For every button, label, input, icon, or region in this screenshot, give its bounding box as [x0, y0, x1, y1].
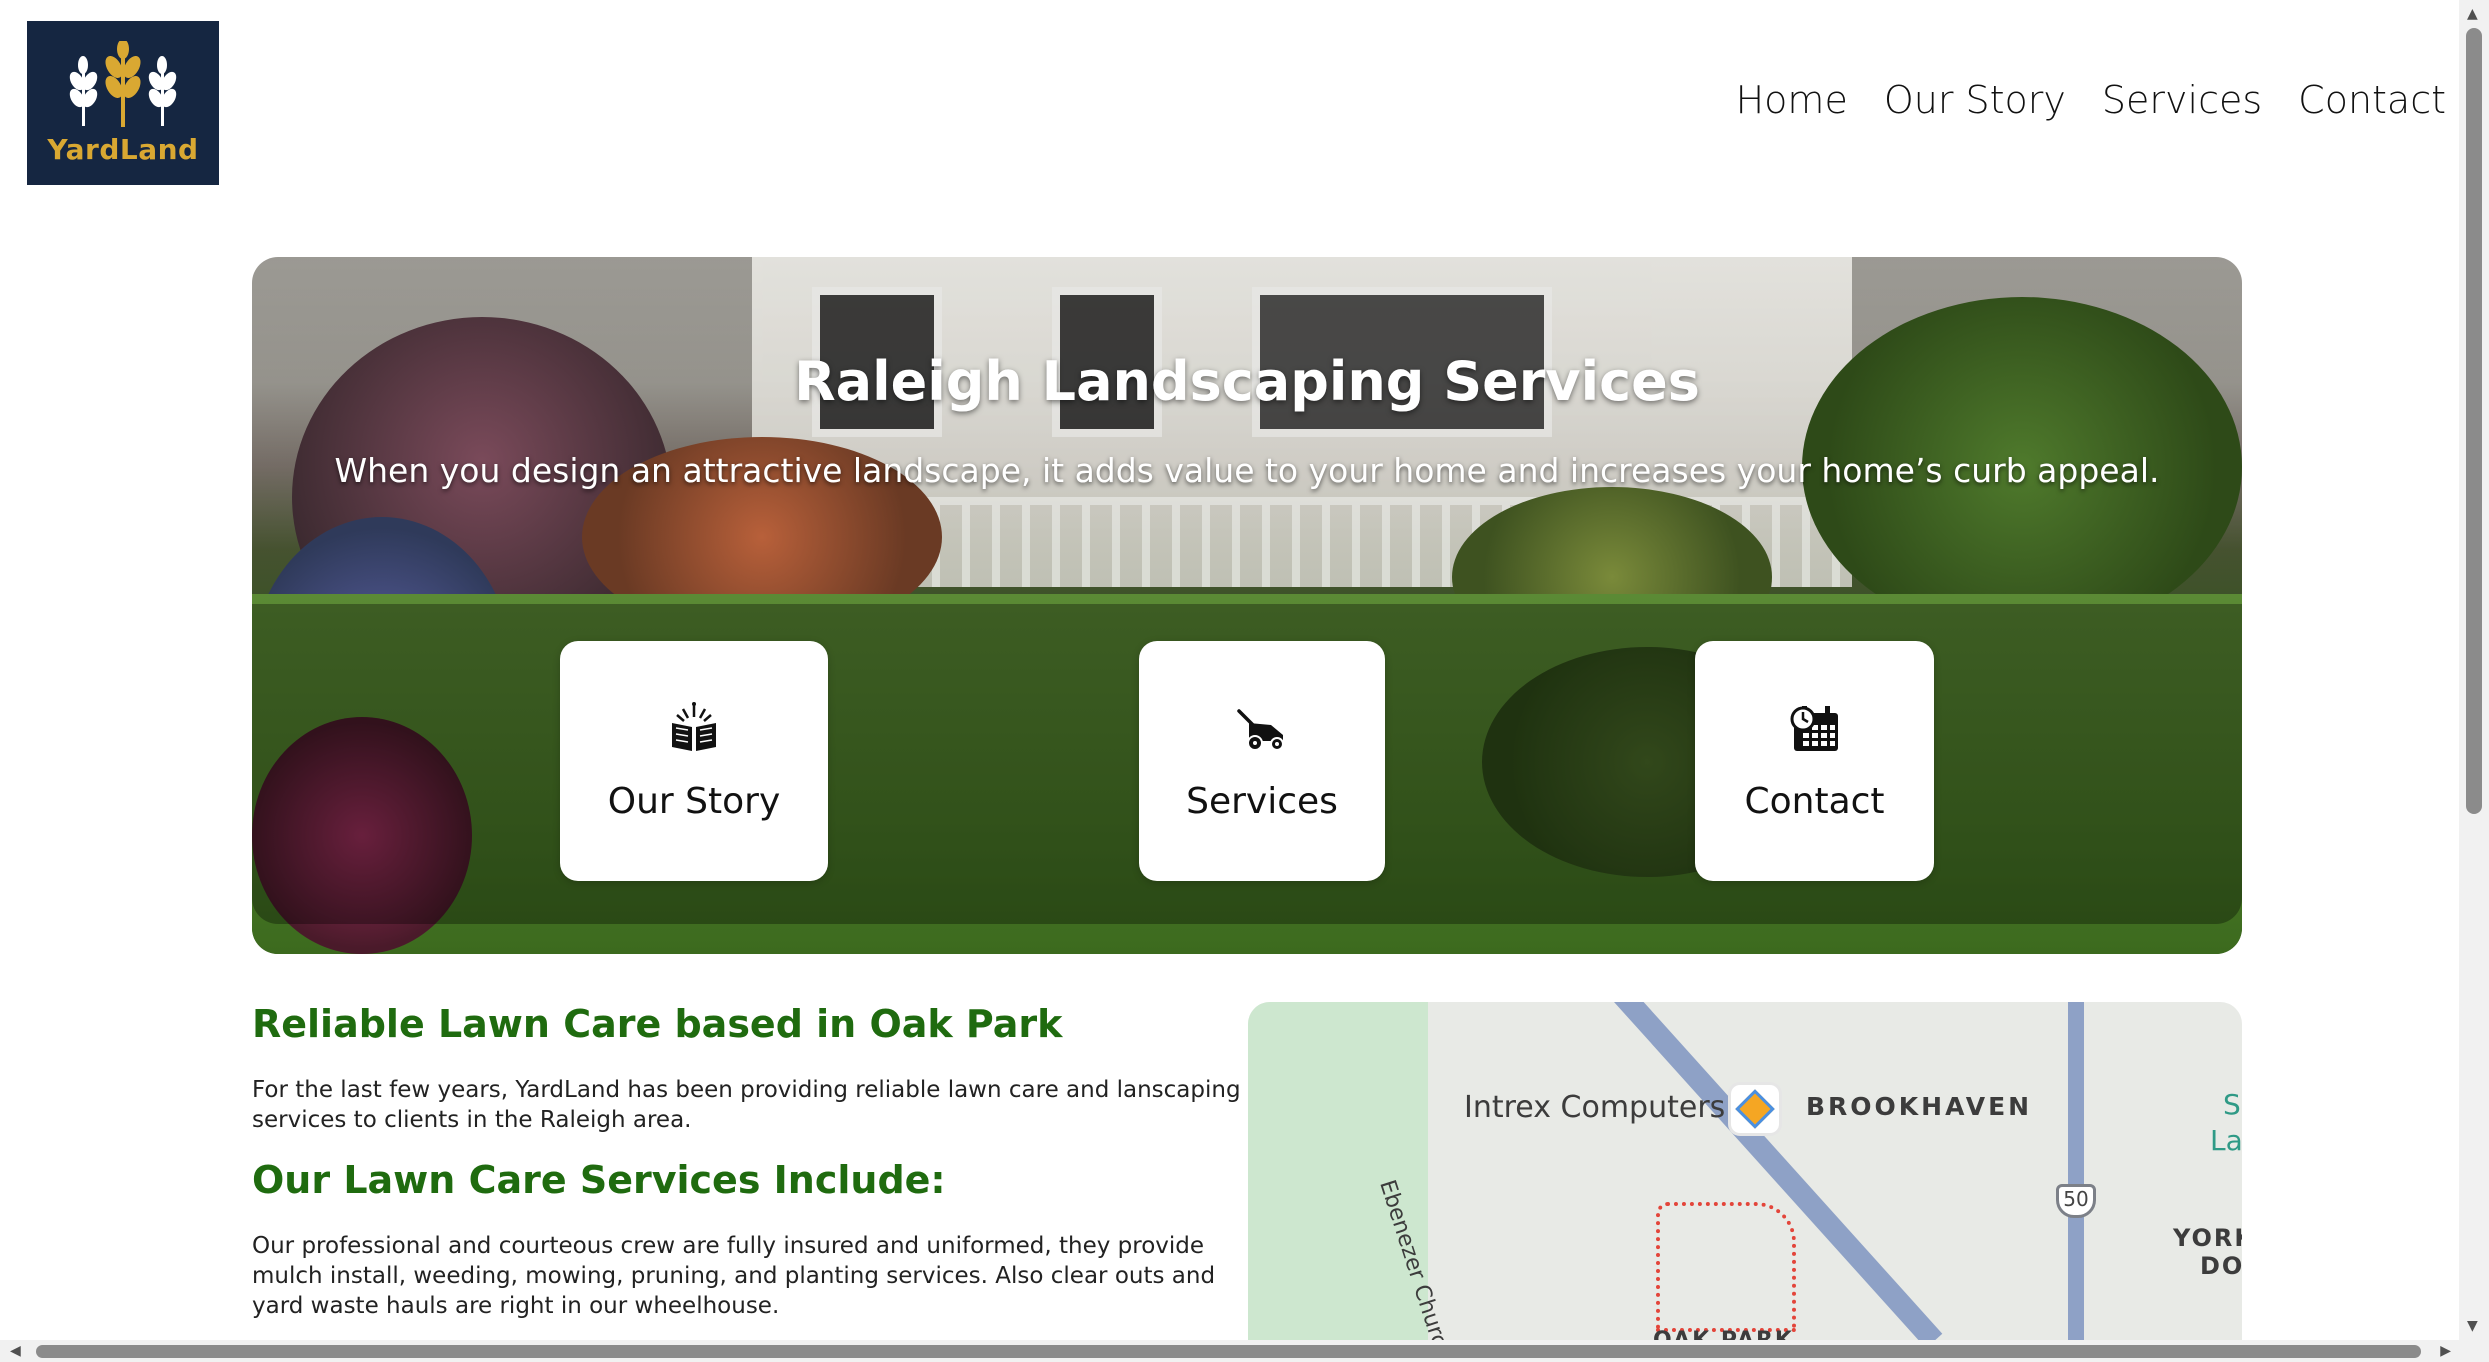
card-our-story-label: Our Story	[607, 780, 781, 822]
card-services[interactable]: Services	[1139, 641, 1385, 881]
wheat-logo-icon	[69, 40, 177, 127]
map-area-oak-park: OAK PARK	[1653, 1328, 1794, 1340]
hero-subtitle: When you design an attractive landscape,…	[334, 451, 2160, 490]
map-edge-label-la: La	[2210, 1124, 2242, 1157]
nav-services[interactable]: Services	[2102, 78, 2262, 122]
map-area-york-2: DO	[2200, 1252, 2242, 1280]
logo[interactable]: YardLand	[27, 21, 219, 185]
hero-title: Raleigh Landscaping Services	[794, 350, 1700, 413]
map-neighborhood-boundary	[1656, 1202, 1796, 1332]
lawn-mower-icon	[1237, 708, 1284, 751]
intro-paragraph: For the last few years, YardLand has bee…	[252, 1077, 1241, 1133]
card-services-label: Services	[1186, 780, 1338, 822]
nav-contact[interactable]: Contact	[2298, 78, 2446, 122]
brand-name: YardLand	[47, 132, 199, 166]
main-nav: Home Our Story Services Contact	[1736, 78, 2446, 122]
heading-reliable-lawn-care: Reliable Lawn Care based in Oak Park	[252, 1002, 1063, 1046]
horizontal-scroll-thumb[interactable]	[36, 1345, 2421, 1358]
scroll-down-arrow-icon[interactable]: ▼	[2467, 1318, 2478, 1334]
card-contact-label: Contact	[1744, 780, 1885, 822]
scroll-right-arrow-icon[interactable]: ▶	[2440, 1343, 2451, 1359]
map-area-york: YORK	[2173, 1224, 2242, 1252]
heading-services-include: Our Lawn Care Services Include:	[252, 1158, 946, 1202]
vertical-scroll-thumb[interactable]	[2466, 28, 2482, 814]
location-map[interactable]: Intrex Computers BROOKHAVEN Ebenezer Chu…	[1248, 1002, 2242, 1340]
services-paragraph: Our professional and courteous crew are …	[252, 1233, 1216, 1319]
map-park-area	[1248, 1002, 1428, 1340]
card-our-story[interactable]: Our Story	[560, 641, 828, 881]
card-contact[interactable]: Contact	[1695, 641, 1934, 881]
map-route-shield: 50	[2056, 1184, 2096, 1218]
map-road-vertical	[2068, 1002, 2084, 1340]
nav-our-story[interactable]: Our Story	[1884, 78, 2066, 122]
map-edge-label-s: S	[2223, 1088, 2241, 1121]
scroll-up-arrow-icon[interactable]: ▲	[2467, 6, 2478, 22]
map-poi-label[interactable]: Intrex Computers	[1464, 1090, 1725, 1125]
vertical-scrollbar[interactable]: ▲ ▼	[2459, 0, 2489, 1362]
map-poi-marker-icon[interactable]	[1728, 1082, 1782, 1136]
scroll-left-arrow-icon[interactable]: ◀	[10, 1343, 21, 1359]
calendar-clock-icon	[1790, 705, 1838, 751]
open-book-icon	[672, 701, 716, 751]
nav-home[interactable]: Home	[1736, 78, 1848, 122]
hero-banner: Raleigh Landscaping Services When you de…	[252, 257, 2242, 954]
map-area-brookhaven: BROOKHAVEN	[1806, 1092, 2033, 1121]
horizontal-scrollbar[interactable]: ◀ ▶	[0, 1340, 2459, 1362]
